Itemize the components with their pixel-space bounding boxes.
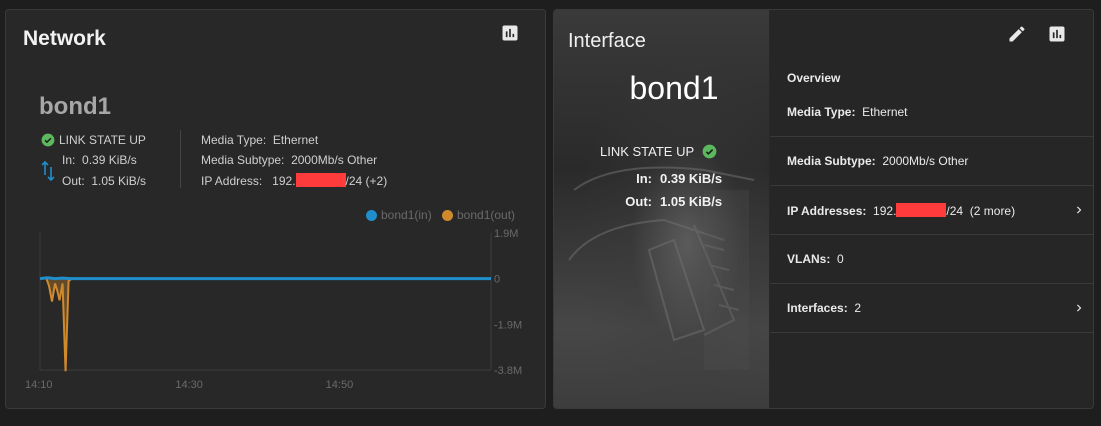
interface-in-value: 0.39 KiB/s: [660, 171, 723, 186]
interface-out-value: 1.05 KiB/s: [660, 194, 723, 209]
if-ip-prefix: 192.: [873, 204, 897, 218]
if-media-subtype-label: Media Subtype:: [787, 154, 876, 168]
chart-icon[interactable]: [1046, 23, 1068, 45]
interface-in-label: In:: [636, 171, 652, 186]
interfaces-row[interactable]: Interfaces: 2: [770, 283, 1093, 332]
series-line-out: [39, 276, 491, 372]
overview-label: Overview: [787, 71, 841, 85]
chevron-right-icon[interactable]: [1072, 203, 1086, 217]
interface-heading: Interface: [568, 30, 646, 52]
vlans-row: VLANs: 0: [770, 234, 1093, 283]
x-tick-label: 14:50: [326, 379, 354, 391]
traffic-chart: 1.9M 0 -1.9M -3.8M 14:10 14:30 14:50: [25, 228, 522, 391]
if-media-subtype-value: 2000Mb/s Other: [882, 154, 969, 168]
check-circle-icon: [702, 144, 716, 159]
edit-icon[interactable]: [1006, 23, 1028, 45]
if-ip-addresses: IP Addresses: 192. /24 (2 more): [787, 203, 1015, 218]
network-card: Network bond1 LINK STATE UP In: 0.39 KiB…: [5, 9, 546, 409]
series-line-in: [39, 276, 491, 281]
y-tick-label: 0: [494, 274, 500, 286]
if-vlans-label: VLANs:: [787, 252, 831, 266]
x-tick-label: 14:30: [175, 379, 203, 391]
interface-out-label: Out:: [625, 194, 652, 209]
ip-addresses-row[interactable]: IP Addresses: 192. /24 (2 more): [770, 185, 1093, 234]
media-subtype-row: Media Subtype: 2000Mb/s Other: [770, 136, 1093, 185]
chevron-right-icon[interactable]: [1072, 301, 1086, 315]
row-divider: [770, 332, 1093, 334]
interface-card: Interface bond1 LINK STATE UP In: 0.39 K…: [553, 9, 1094, 409]
if-ip-more: (2 more): [969, 204, 1016, 218]
y-tick-label: -1.9M: [494, 319, 522, 331]
if-interfaces-value: 2: [854, 301, 862, 315]
if-interfaces-label: Interfaces:: [787, 301, 848, 315]
y-tick-label: -3.8M: [494, 365, 522, 377]
if-vlans-value: 0: [837, 252, 844, 266]
if-ip-suffix: /24: [946, 204, 964, 218]
if-media-subtype: Media Subtype: 2000Mb/s Other: [787, 154, 968, 168]
if-vlans: VLANs: 0: [787, 252, 844, 266]
interface-details-panel: Overview Media Type: Ethernet Media Subt…: [770, 10, 1093, 408]
if-media-type-label: Media Type:: [787, 105, 856, 119]
if-ip-label: IP Addresses:: [787, 204, 867, 218]
y-tick-label: 1.9M: [494, 228, 518, 240]
interface-link-state: LINK STATE UP: [600, 144, 717, 159]
interface-card-name: bond1: [629, 70, 719, 106]
if-media-type-value: Ethernet: [862, 105, 908, 119]
if-media-type: Media Type: Ethernet: [787, 105, 908, 119]
x-tick-label: 14:10: [25, 379, 53, 391]
interface-link-state-text: LINK STATE UP: [600, 144, 694, 159]
redaction: [896, 203, 947, 217]
if-interfaces: Interfaces: 2: [787, 301, 861, 315]
interface-image-panel: Interface bond1 LINK STATE UP In: 0.39 K…: [554, 10, 769, 408]
